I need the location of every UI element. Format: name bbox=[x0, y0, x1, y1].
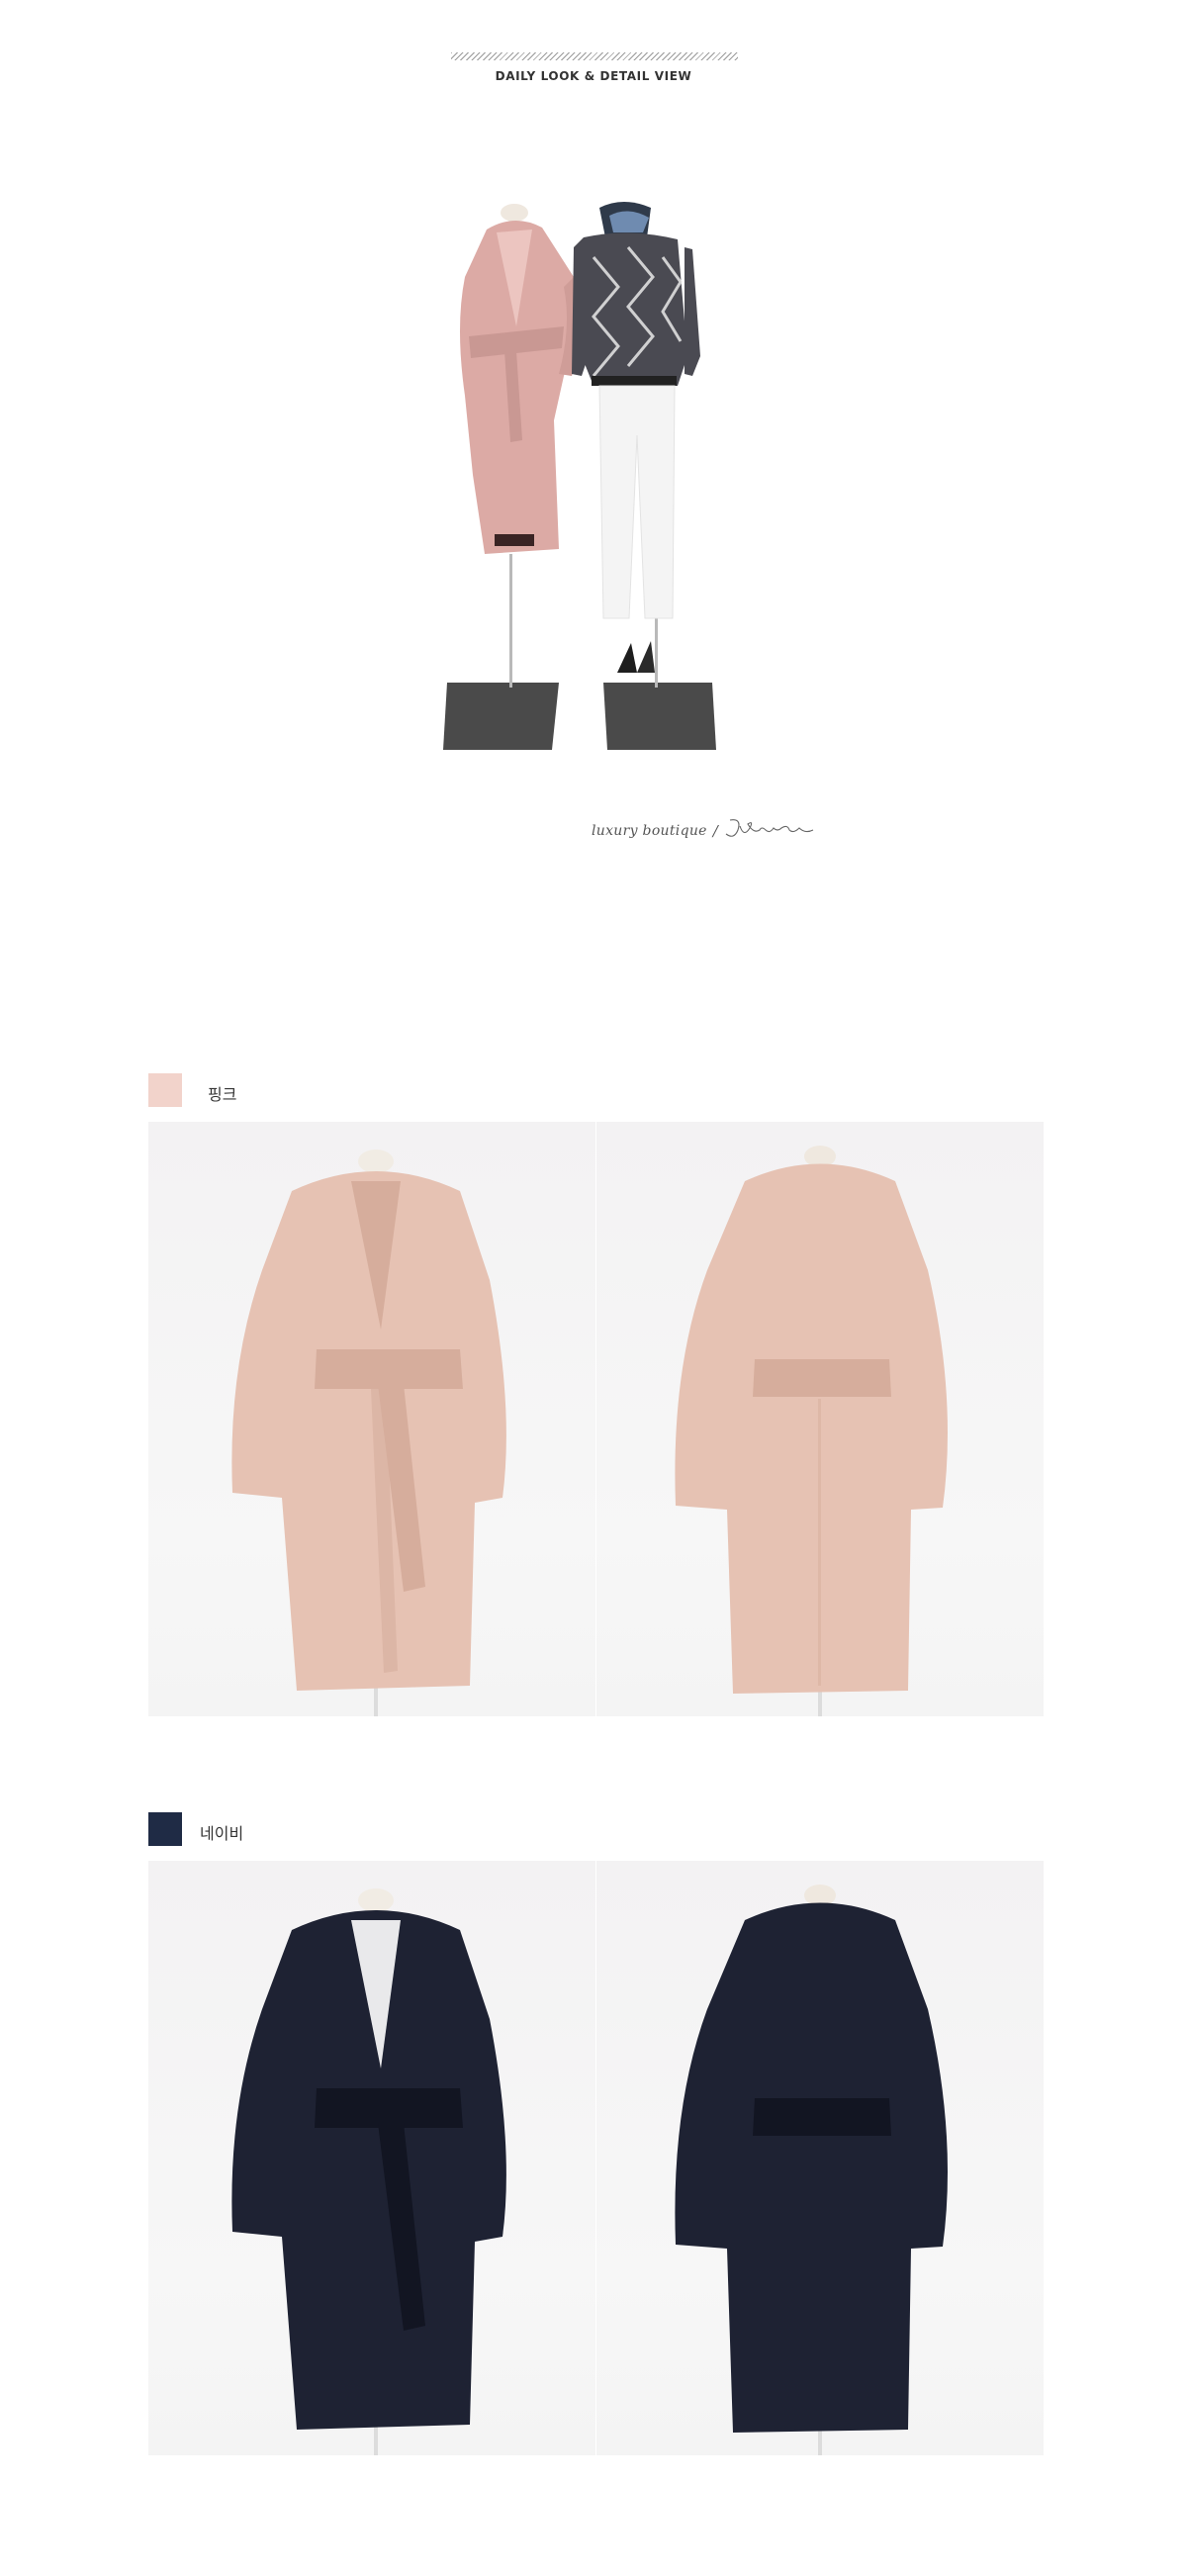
signature-separator: / bbox=[712, 822, 718, 840]
color-label-navy: 네이비 bbox=[200, 1824, 244, 1843]
navy-coat-front-photo bbox=[148, 1861, 595, 2455]
pink-coat-front-photo bbox=[148, 1122, 595, 1716]
section-title: DAILY LOOK & DETAIL VIEW bbox=[495, 69, 692, 83]
coat-back-illustration bbox=[675, 1885, 948, 2455]
signature-logo-icon bbox=[724, 816, 823, 847]
coat-front-illustration bbox=[231, 1888, 506, 2455]
stand-base-left bbox=[443, 683, 559, 750]
boutique-signature: luxury boutique / bbox=[592, 817, 823, 845]
color-swatch-icon bbox=[148, 1812, 182, 1846]
pink-coat-back-photo bbox=[596, 1122, 1044, 1716]
stand-base-right bbox=[603, 683, 716, 750]
coat-front-illustration bbox=[231, 1150, 506, 1716]
boutique-text: luxury boutique bbox=[592, 823, 707, 839]
color-label-pink: 핑크 bbox=[208, 1085, 237, 1104]
color-swatch-icon bbox=[148, 1073, 182, 1107]
navy-coat-back-photo bbox=[596, 1861, 1044, 2455]
coat-back-illustration bbox=[675, 1146, 948, 1716]
sweater-mannequin bbox=[572, 202, 700, 673]
pink-coat-mannequin bbox=[460, 204, 582, 554]
daily-look-image bbox=[425, 178, 781, 752]
title-hatch-divider bbox=[451, 52, 738, 60]
